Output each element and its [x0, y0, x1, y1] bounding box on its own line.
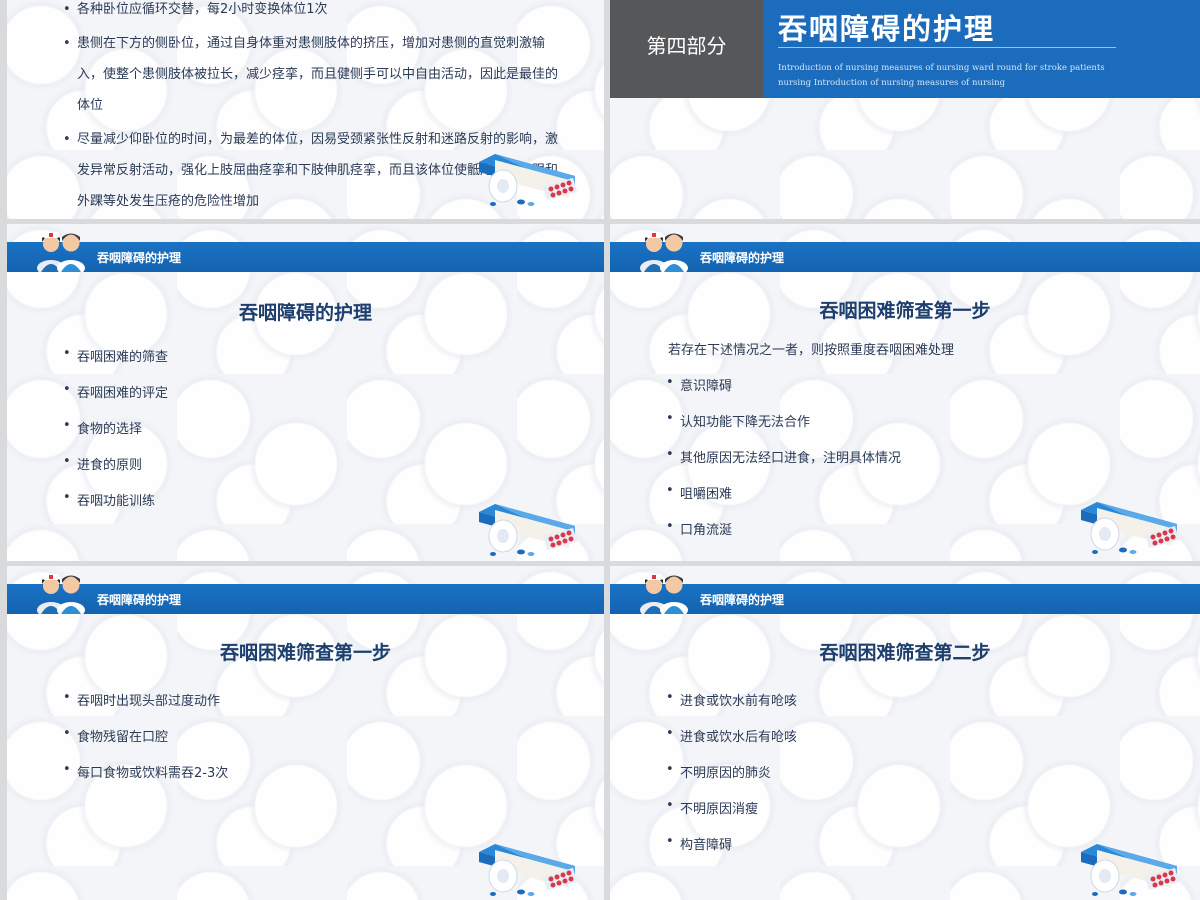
- doctor-nurse-avatar-icon: [636, 568, 692, 614]
- slide-title: 吞咽困难筛查第一步: [219, 642, 391, 664]
- doctor-nurse-avatar-icon: [33, 226, 89, 272]
- list-item: 其他原因无法经口进食，注明具体情况: [666, 447, 1086, 483]
- list-item: 认知功能下降无法合作: [666, 411, 1086, 447]
- medicine-box-icon: [473, 134, 583, 209]
- section-subtitle: Introduction of nursing measures of nurs…: [778, 63, 1105, 88]
- list-item: 各种卧位应循环交替，每2小时变换体位1次: [63, 0, 568, 25]
- criteria-list: 进食或饮水前有呛咳 进食或饮水后有呛咳 不明原因的肺炎 不明原因消瘦 构音障碍: [666, 690, 1066, 870]
- header-band-title: 吞咽障碍的护理: [700, 593, 785, 607]
- list-item: 进食或饮水后有呛咳: [666, 726, 1066, 762]
- header-band: 吞咽障碍的护理: [610, 242, 1200, 272]
- header-band-title: 吞咽障碍的护理: [97, 593, 182, 607]
- section-title-box: 吞咽障碍的护理 Introduction of nursing measures…: [763, 0, 1200, 98]
- doctor-nurse-avatar-icon: [33, 568, 89, 614]
- medicine-box-icon: [473, 824, 583, 899]
- slide-dysphagia-care: 吞咽障碍的护理 吞咽障碍的护理 吞咽困难的筛查 吞咽困难的评定 食物的选择 进食…: [7, 224, 604, 561]
- section-label-box: 第四部分: [610, 0, 763, 98]
- list-item: 进食或饮水前有呛咳: [666, 690, 1066, 726]
- medicine-box-icon: [1075, 482, 1185, 557]
- list-item: 食物的选择: [63, 418, 463, 454]
- header-band-title: 吞咽障碍的护理: [700, 251, 785, 265]
- list-item: 进食的原则: [63, 454, 463, 490]
- section-label: 第四部分: [646, 34, 727, 58]
- medicine-box-icon: [473, 484, 583, 559]
- slide-section-divider: 第四部分 吞咽障碍的护理 Introduction of nursing mea…: [610, 0, 1200, 219]
- divider: [778, 47, 1116, 48]
- topic-list: 吞咽困难的筛查 吞咽困难的评定 食物的选择 进食的原则 吞咽功能训练: [63, 346, 463, 526]
- medicine-box-icon: [1075, 824, 1185, 899]
- slide-screening-step-one-a: 吞咽障碍的护理 吞咽困难筛查第一步 若存在下述情况之一者，则按照重度吞咽困难处理…: [610, 224, 1200, 561]
- criteria-list: 吞咽时出现头部过度动作 食物残留在口腔 每口食物或饮料需吞2-3次: [63, 690, 463, 798]
- slide-screening-step-two: 吞咽障碍的护理 吞咽困难筛查第二步 进食或饮水前有呛咳 进食或饮水后有呛咳 不明…: [610, 566, 1200, 900]
- criteria-list: 意识障碍 认知功能下降无法合作 其他原因无法经口进食，注明具体情况 咀嚼困难 口…: [666, 375, 1086, 555]
- list-item: 构音障碍: [666, 834, 1066, 870]
- slide-title: 吞咽障碍的护理: [238, 302, 372, 324]
- slide-title: 吞咽困难筛查第一步: [819, 300, 991, 322]
- list-item: 患侧在下方的侧卧位，通过自身体重对患侧肢体的挤压，增加对患侧的直觉刺激输入，使整…: [63, 28, 568, 121]
- intro-text: 若存在下述情况之一者，则按照重度吞咽困难处理: [668, 343, 955, 358]
- slide-title: 吞咽困难筛查第二步: [819, 642, 991, 664]
- doctor-nurse-avatar-icon: [636, 226, 692, 272]
- list-item: 吞咽功能训练: [63, 490, 463, 526]
- list-item: 不明原因消瘦: [666, 798, 1066, 834]
- header-band: 吞咽障碍的护理: [7, 584, 604, 614]
- list-item: 每口食物或饮料需吞2-3次: [63, 762, 463, 798]
- list-item: 吞咽困难的评定: [63, 382, 463, 418]
- header-band: 吞咽障碍的护理: [610, 584, 1200, 614]
- section-title: 吞咽障碍的护理: [778, 12, 996, 46]
- slide-screening-step-one-b: 吞咽障碍的护理 吞咽困难筛查第一步 吞咽时出现头部过度动作 食物残留在口腔 每口…: [7, 566, 604, 900]
- header-band: 吞咽障碍的护理: [7, 242, 604, 272]
- list-item: 意识障碍: [666, 375, 1086, 411]
- list-item: 不明原因的肺炎: [666, 762, 1066, 798]
- list-item: 咀嚼困难: [666, 483, 1086, 519]
- header-band-title: 吞咽障碍的护理: [97, 251, 182, 265]
- slide-positioning-notes: 各种卧位应循环交替，每2小时变换体位1次 患侧在下方的侧卧位，通过自身体重对患侧…: [7, 0, 604, 219]
- list-item: 吞咽困难的筛查: [63, 346, 463, 382]
- list-item: 食物残留在口腔: [63, 726, 463, 762]
- list-item: 口角流涎: [666, 519, 1086, 555]
- list-item: 吞咽时出现头部过度动作: [63, 690, 463, 726]
